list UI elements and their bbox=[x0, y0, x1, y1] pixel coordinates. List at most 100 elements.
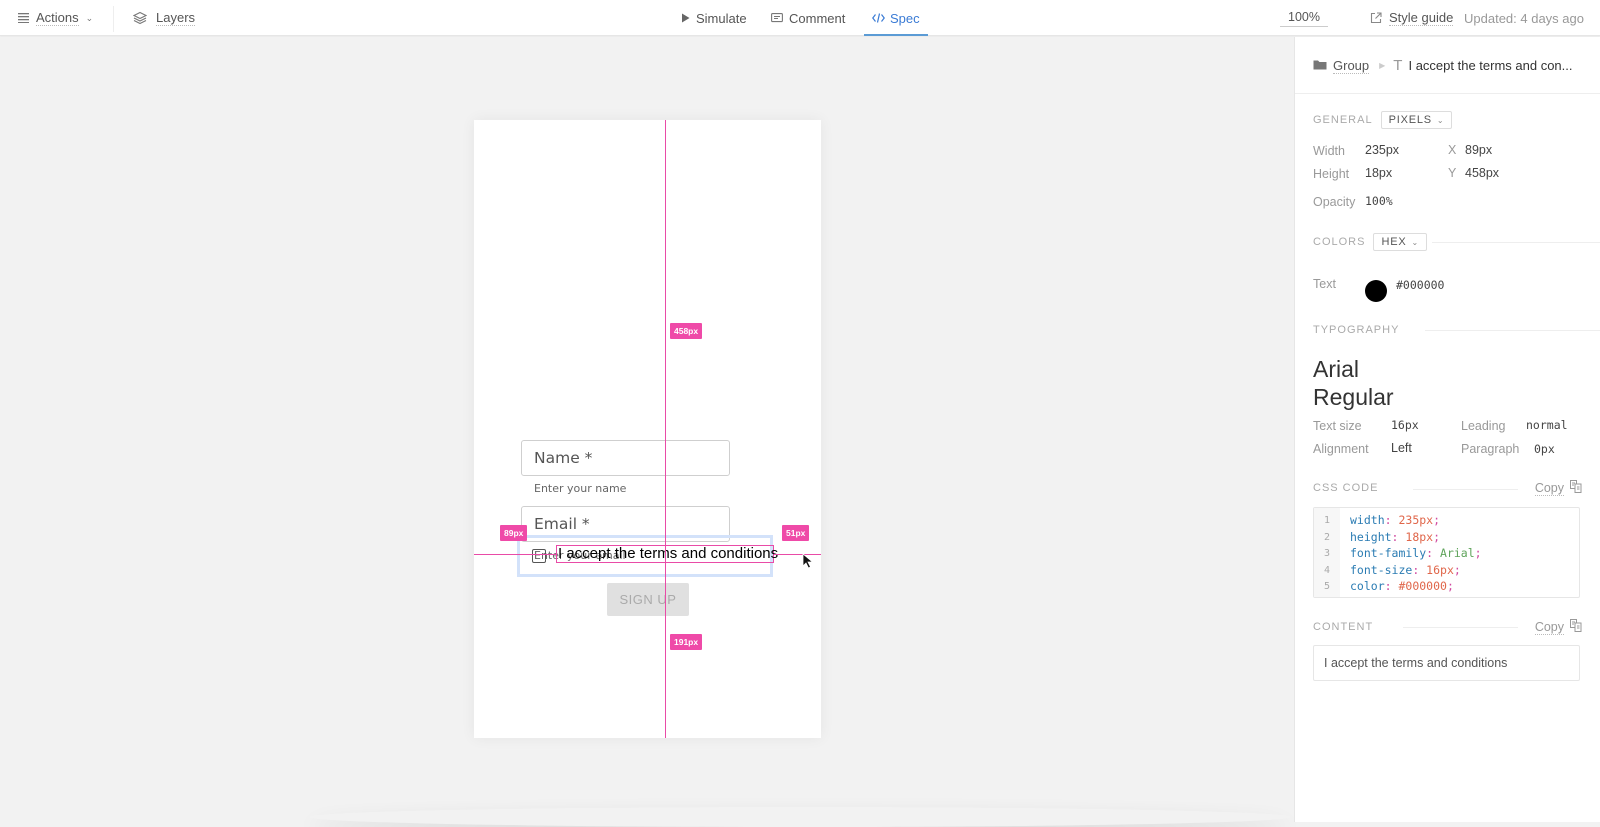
breadcrumb-arrow-icon: ▶ bbox=[1379, 61, 1386, 70]
style-guide-link[interactable]: Style guide bbox=[1370, 0, 1454, 36]
text-size-label: Text size bbox=[1313, 419, 1362, 433]
paragraph-label: Paragraph bbox=[1461, 442, 1519, 456]
artboard[interactable]: Name * Enter your name Email * Enter you… bbox=[474, 120, 821, 738]
actions-label: Actions bbox=[36, 10, 79, 26]
content-title: CONTENT bbox=[1313, 621, 1374, 633]
css-semicolon: ; bbox=[1433, 529, 1441, 544]
width-label: Width bbox=[1313, 144, 1345, 158]
general-title: GENERAL bbox=[1313, 114, 1373, 126]
signup-button[interactable]: SIGN UP bbox=[607, 583, 689, 616]
measure-top-badge: 458px bbox=[670, 323, 703, 339]
css-code-divider bbox=[1413, 489, 1518, 490]
colors-section-title: COLORS HEX ⌄ bbox=[1313, 233, 1428, 251]
css-code-section-title: CSS CODE bbox=[1313, 482, 1378, 494]
line-number: 1 bbox=[1323, 515, 1331, 526]
layers-label: Layers bbox=[156, 10, 196, 26]
css-property: color bbox=[1350, 579, 1385, 593]
leading-value-text: normal bbox=[1526, 418, 1568, 432]
css-code-title: CSS CODE bbox=[1313, 482, 1379, 494]
css-code-line: height: 18px; bbox=[1350, 529, 1482, 546]
tab-simulate[interactable]: Simulate bbox=[681, 0, 747, 36]
design-canvas[interactable]: Name * Enter your name Email * Enter you… bbox=[0, 37, 1294, 822]
zoom-value: 100% bbox=[1280, 10, 1328, 27]
css-code-block[interactable]: 12345 width: 235px; height: 18px; font-fam… bbox=[1313, 507, 1580, 598]
top-toolbar: Actions ⌄ Layers Simulate Comment Spec 1… bbox=[0, 0, 1600, 36]
content-section-title: CONTENT bbox=[1313, 621, 1373, 633]
y-value-text: 458px bbox=[1465, 166, 1500, 180]
color-format-value: HEX bbox=[1381, 236, 1407, 248]
css-code-line: width: 235px; bbox=[1350, 512, 1482, 529]
folder-icon bbox=[1313, 58, 1327, 73]
breadcrumb-current: I accept the terms and con... bbox=[1408, 58, 1573, 73]
colors-title: COLORS bbox=[1313, 236, 1366, 248]
css-semicolon: ; bbox=[1453, 562, 1461, 577]
typography-divider bbox=[1425, 330, 1600, 331]
css-property: width bbox=[1350, 513, 1385, 527]
width-row: Width bbox=[1313, 144, 1345, 158]
alignment-label-text: Alignment bbox=[1313, 442, 1369, 456]
panel-divider bbox=[1295, 93, 1600, 94]
css-code-line: color: #000000; bbox=[1350, 578, 1482, 595]
css-value: #000000 bbox=[1398, 579, 1447, 593]
css-semicolon: ; bbox=[1433, 513, 1441, 527]
breadcrumb-group[interactable]: Group bbox=[1333, 58, 1370, 74]
unit-dropdown[interactable]: PIXELS ⌄ bbox=[1380, 111, 1453, 129]
unit-value: PIXELS bbox=[1388, 114, 1432, 126]
breadcrumb: Group ▶ T I accept the terms and con... bbox=[1313, 57, 1573, 74]
text-size-label-text: Text size bbox=[1313, 419, 1362, 433]
content-copy-button[interactable]: Copy bbox=[1534, 619, 1582, 635]
css-semicolon: ; bbox=[1474, 546, 1482, 560]
play-icon bbox=[681, 13, 690, 23]
css-copy-button[interactable]: Copy bbox=[1534, 480, 1582, 496]
measure-guide-vertical bbox=[665, 120, 666, 738]
paragraph-value-text: 0px bbox=[1534, 442, 1555, 456]
toolbar-divider bbox=[113, 6, 114, 32]
opacity-value: 100% bbox=[1365, 194, 1393, 208]
opacity-label: Opacity bbox=[1313, 195, 1355, 209]
name-field-label: Name * bbox=[534, 449, 593, 467]
typography-section-title: TYPOGRAPHY bbox=[1313, 324, 1399, 336]
tab-spec-label: Spec bbox=[890, 10, 920, 26]
general-section-title: GENERAL PIXELS ⌄ bbox=[1313, 111, 1453, 129]
layers-icon bbox=[133, 11, 147, 25]
height-label: Height bbox=[1313, 167, 1349, 181]
css-value: 16px bbox=[1426, 562, 1454, 577]
content-text-box[interactable]: I accept the terms and conditions bbox=[1313, 645, 1580, 681]
tab-comment[interactable]: Comment bbox=[771, 0, 845, 36]
text-color-label-text: Text bbox=[1313, 277, 1336, 291]
copy-icon bbox=[1570, 480, 1582, 496]
y-label-text: Y bbox=[1448, 166, 1457, 180]
alignment-value-text: Left bbox=[1391, 441, 1412, 455]
name-field[interactable]: Name * bbox=[521, 440, 730, 476]
layers-button[interactable]: Layers bbox=[133, 0, 196, 36]
content-divider bbox=[1403, 627, 1518, 628]
leading-label: Leading bbox=[1461, 419, 1506, 433]
tab-comment-label: Comment bbox=[789, 10, 846, 26]
text-color-value-text: #000000 bbox=[1396, 278, 1445, 292]
email-field-label: Email * bbox=[534, 515, 590, 533]
css-value: Arial bbox=[1440, 546, 1475, 560]
typography-title: TYPOGRAPHY bbox=[1313, 324, 1400, 336]
y-value: 458px bbox=[1465, 166, 1499, 180]
external-link-icon bbox=[1370, 12, 1382, 24]
measure-right-badge: 51px bbox=[782, 525, 810, 541]
code-icon bbox=[872, 13, 885, 23]
css-value: 18px bbox=[1405, 529, 1434, 544]
color-format-dropdown[interactable]: HEX ⌄ bbox=[1373, 233, 1428, 251]
tab-spec[interactable]: Spec bbox=[864, 0, 928, 36]
color-swatch[interactable] bbox=[1365, 280, 1387, 302]
css-copy-label: Copy bbox=[1534, 480, 1564, 496]
line-number: 5 bbox=[1323, 581, 1331, 592]
css-code-line: font-family: Arial; bbox=[1350, 545, 1482, 562]
line-number: 4 bbox=[1323, 564, 1331, 576]
actions-menu[interactable]: Actions ⌄ bbox=[18, 0, 93, 36]
css-colon: : bbox=[1412, 562, 1427, 577]
x-value-text: 89px bbox=[1465, 143, 1493, 157]
text-color-value[interactable]: #000000 bbox=[1396, 278, 1444, 292]
css-colon: : bbox=[1391, 529, 1406, 544]
text-size-value-text: 16px bbox=[1391, 418, 1419, 432]
terms-checkbox[interactable] bbox=[532, 549, 546, 563]
zoom-level[interactable]: 100% bbox=[1280, 0, 1328, 36]
line-number: 2 bbox=[1323, 531, 1331, 543]
style-guide-label: Style guide bbox=[1389, 10, 1454, 26]
